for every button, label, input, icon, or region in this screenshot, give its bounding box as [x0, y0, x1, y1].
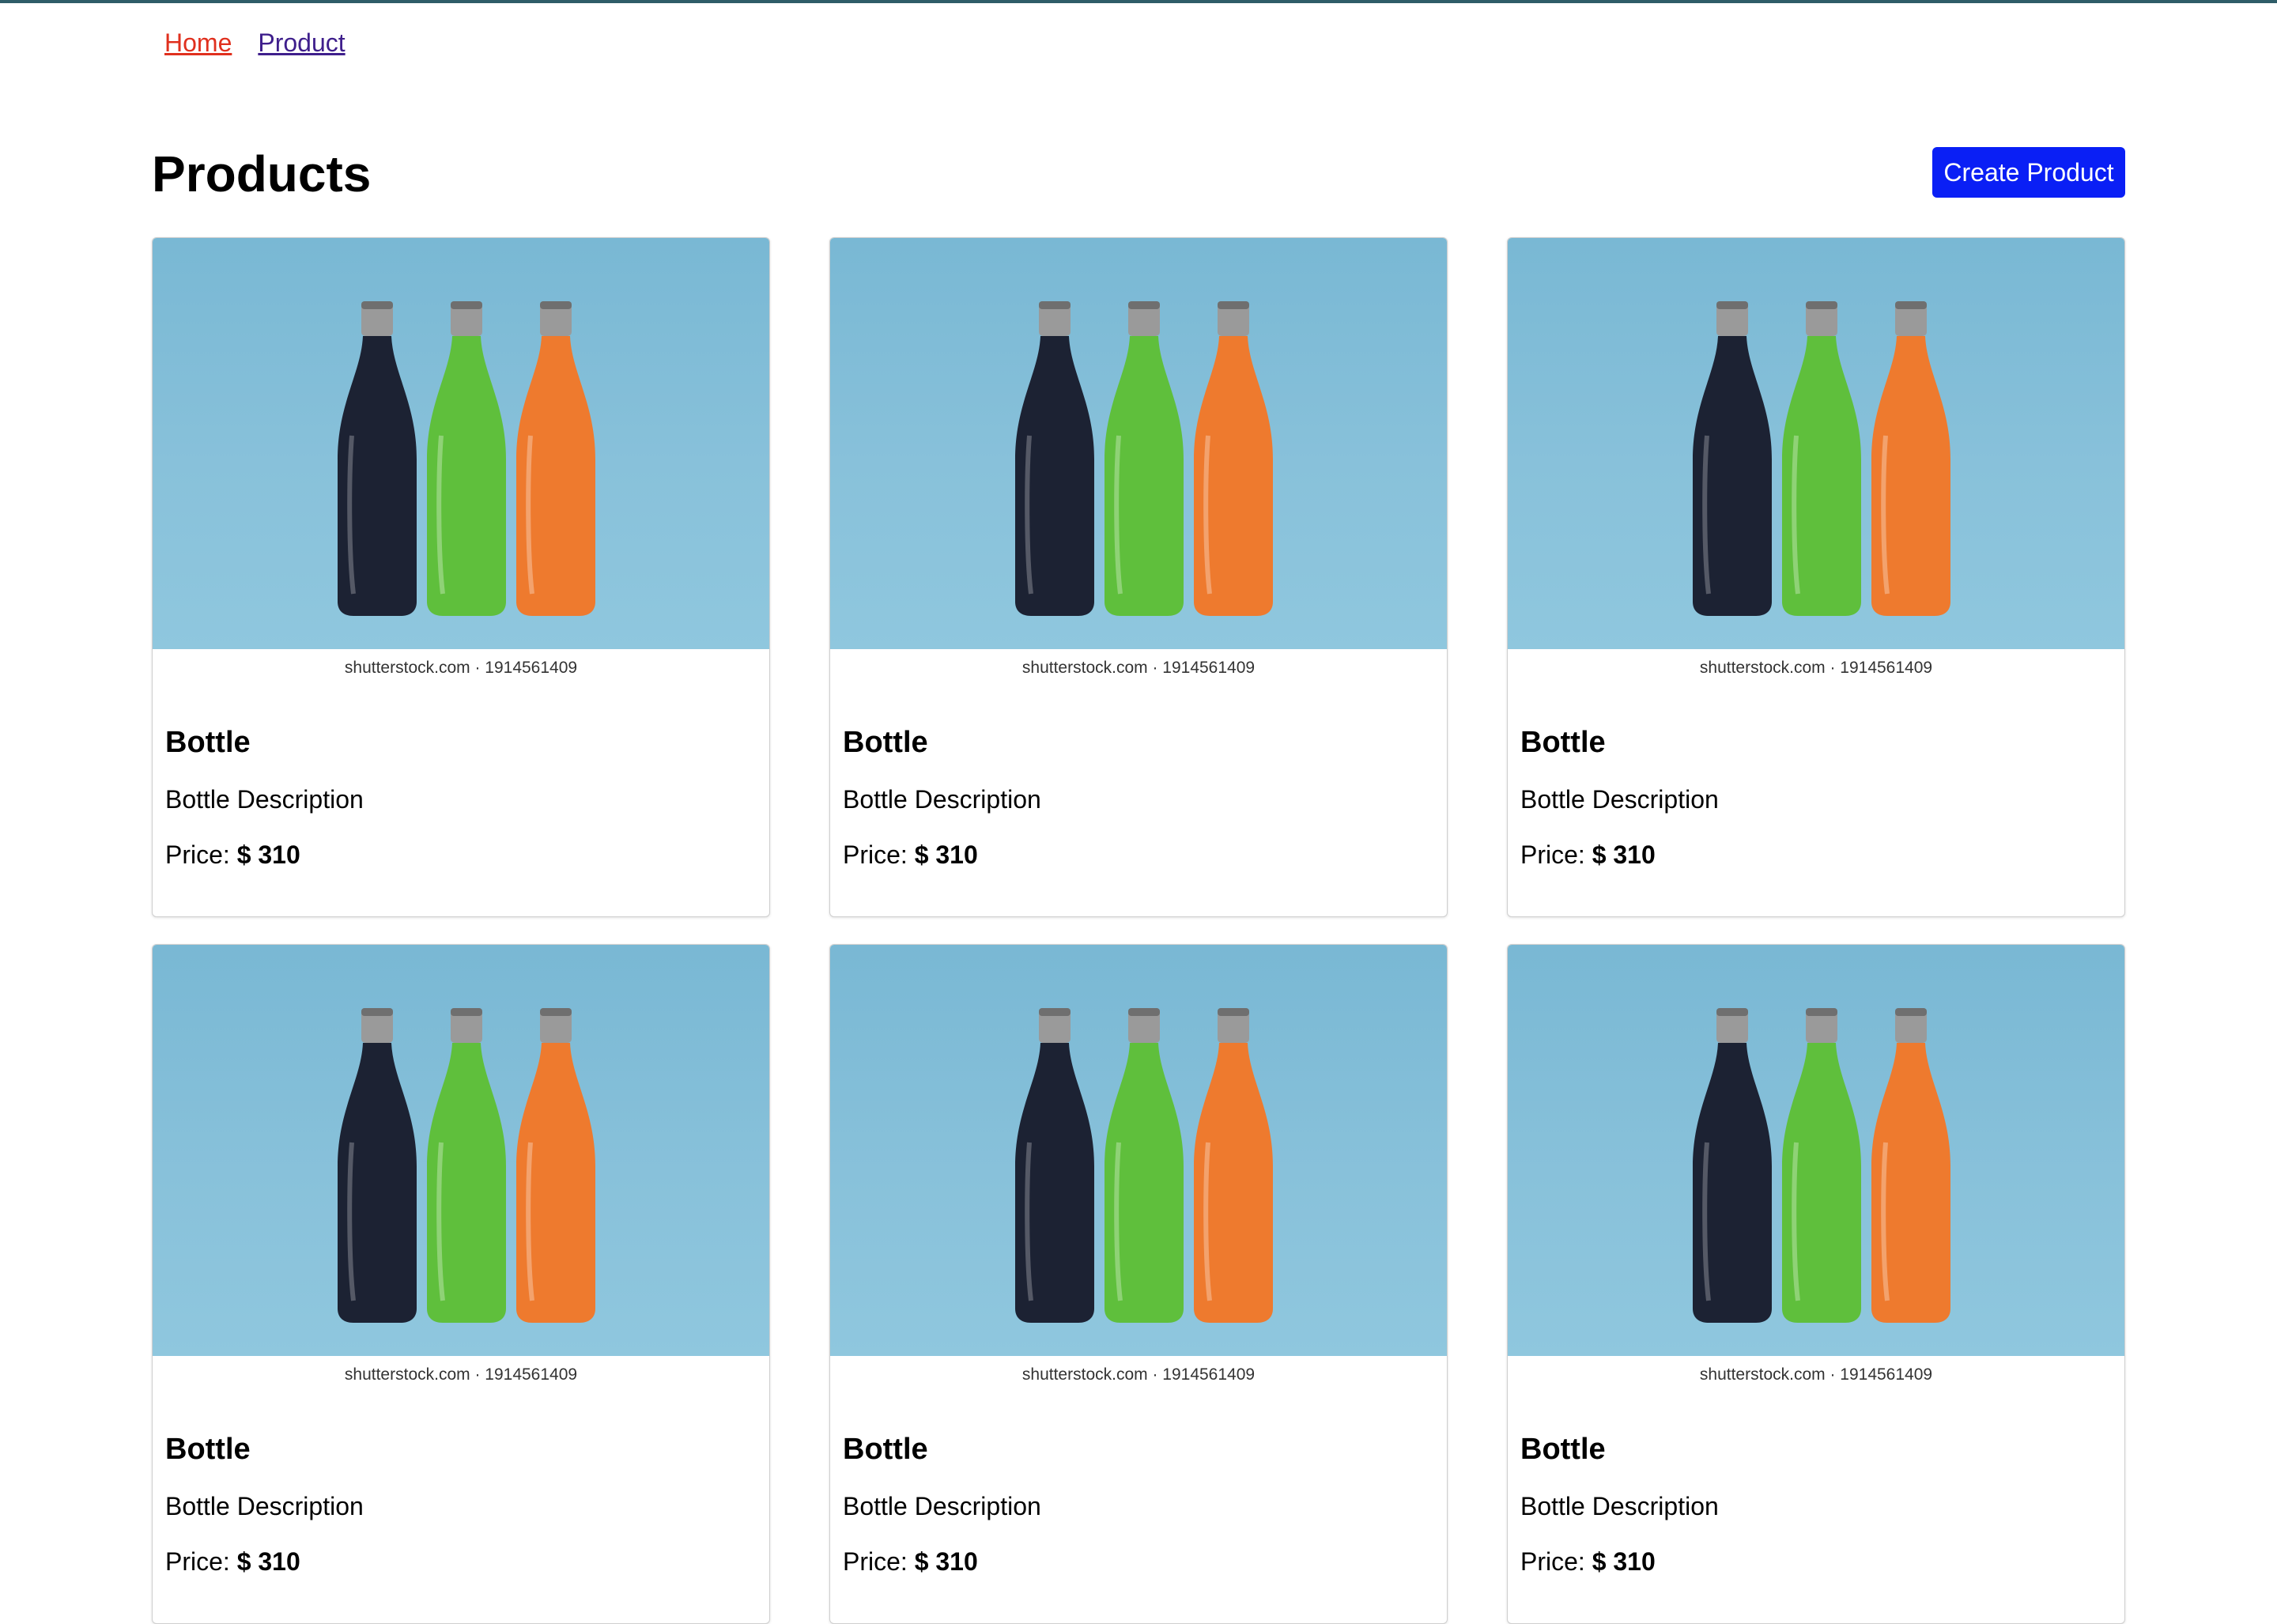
black-bottle-illustration	[334, 301, 420, 617]
black-bottle-illustration	[334, 1008, 420, 1324]
orange-bottle-illustration	[1868, 1008, 1954, 1324]
green-bottle-illustration	[424, 301, 509, 617]
green-bottle-illustration	[424, 1008, 509, 1324]
card-body: Bottle Bottle Description Price: $ 310	[830, 725, 1447, 871]
product-name: Bottle	[843, 1433, 928, 1466]
image-credit: shutterstock.com · 1914561409	[1021, 1365, 1256, 1384]
product-name: Bottle	[165, 1433, 251, 1466]
product-image	[153, 945, 769, 1356]
green-bottle-illustration	[1779, 1008, 1864, 1324]
product-price: Price: $ 310	[843, 839, 1434, 871]
price-amount: $ 310	[236, 1547, 300, 1576]
nav-link-home[interactable]: Home	[164, 28, 232, 58]
price-label: Price:	[165, 1547, 230, 1576]
price-amount: $ 310	[1592, 840, 1656, 869]
price-amount: $ 310	[236, 840, 300, 869]
orange-bottle-illustration	[1191, 1008, 1276, 1324]
image-credit: shutterstock.com · 1914561409	[344, 659, 578, 677]
product-name: Bottle	[843, 726, 928, 759]
price-label: Price:	[843, 840, 908, 869]
product-grid: shutterstock.com · 1914561409 Bottle Bot…	[152, 237, 2125, 1624]
card-body: Bottle Bottle Description Price: $ 310	[153, 725, 769, 871]
orange-bottle-illustration	[1191, 301, 1276, 617]
orange-bottle-illustration	[513, 301, 599, 617]
top-nav: Home Product	[164, 28, 346, 58]
black-bottle-illustration	[1012, 301, 1097, 617]
price-amount: $ 310	[1592, 1547, 1656, 1576]
price-label: Price:	[843, 1547, 908, 1576]
product-price: Price: $ 310	[1520, 839, 2112, 871]
product-description: Bottle Description	[1520, 785, 1719, 814]
image-credit: shutterstock.com · 1914561409	[1021, 659, 1256, 677]
price-label: Price:	[1520, 1547, 1585, 1576]
product-description: Bottle Description	[843, 1492, 1041, 1520]
black-bottle-illustration	[1690, 301, 1775, 617]
product-description: Bottle Description	[165, 785, 364, 814]
create-product-button[interactable]: Create Product	[1932, 147, 2125, 198]
card-body: Bottle Bottle Description Price: $ 310	[1508, 1432, 2124, 1577]
image-credit: shutterstock.com · 1914561409	[1699, 1365, 1933, 1384]
product-image	[1508, 945, 2124, 1356]
orange-bottle-illustration	[1868, 301, 1954, 617]
green-bottle-illustration	[1101, 1008, 1187, 1324]
product-name: Bottle	[1520, 1433, 1606, 1466]
card-body: Bottle Bottle Description Price: $ 310	[1508, 725, 2124, 871]
card-body: Bottle Bottle Description Price: $ 310	[153, 1432, 769, 1577]
page-title: Products	[152, 145, 372, 202]
top-accent-bar	[0, 0, 2277, 3]
product-image	[153, 238, 769, 649]
product-card[interactable]: shutterstock.com · 1914561409 Bottle Bot…	[829, 237, 1448, 917]
price-label: Price:	[1520, 840, 1585, 869]
product-card[interactable]: shutterstock.com · 1914561409 Bottle Bot…	[152, 944, 770, 1624]
image-credit: shutterstock.com · 1914561409	[1699, 659, 1933, 677]
price-amount: $ 310	[914, 840, 978, 869]
product-card[interactable]: shutterstock.com · 1914561409 Bottle Bot…	[1507, 237, 2125, 917]
green-bottle-illustration	[1779, 301, 1864, 617]
product-price: Price: $ 310	[165, 1546, 757, 1577]
product-description: Bottle Description	[843, 785, 1041, 814]
product-description: Bottle Description	[1520, 1492, 1719, 1520]
price-amount: $ 310	[914, 1547, 978, 1576]
green-bottle-illustration	[1101, 301, 1187, 617]
product-price: Price: $ 310	[165, 839, 757, 871]
image-credit: shutterstock.com · 1914561409	[344, 1365, 578, 1384]
product-card[interactable]: shutterstock.com · 1914561409 Bottle Bot…	[152, 237, 770, 917]
orange-bottle-illustration	[513, 1008, 599, 1324]
product-name: Bottle	[165, 726, 251, 759]
product-description: Bottle Description	[165, 1492, 364, 1520]
nav-link-product[interactable]: Product	[258, 28, 345, 58]
black-bottle-illustration	[1012, 1008, 1097, 1324]
product-image	[830, 238, 1447, 649]
product-price: Price: $ 310	[843, 1546, 1434, 1577]
product-card[interactable]: shutterstock.com · 1914561409 Bottle Bot…	[1507, 944, 2125, 1624]
product-price: Price: $ 310	[1520, 1546, 2112, 1577]
product-card[interactable]: shutterstock.com · 1914561409 Bottle Bot…	[829, 944, 1448, 1624]
black-bottle-illustration	[1690, 1008, 1775, 1324]
product-image	[830, 945, 1447, 1356]
price-label: Price:	[165, 840, 230, 869]
product-name: Bottle	[1520, 726, 1606, 759]
product-image	[1508, 238, 2124, 649]
card-body: Bottle Bottle Description Price: $ 310	[830, 1432, 1447, 1577]
